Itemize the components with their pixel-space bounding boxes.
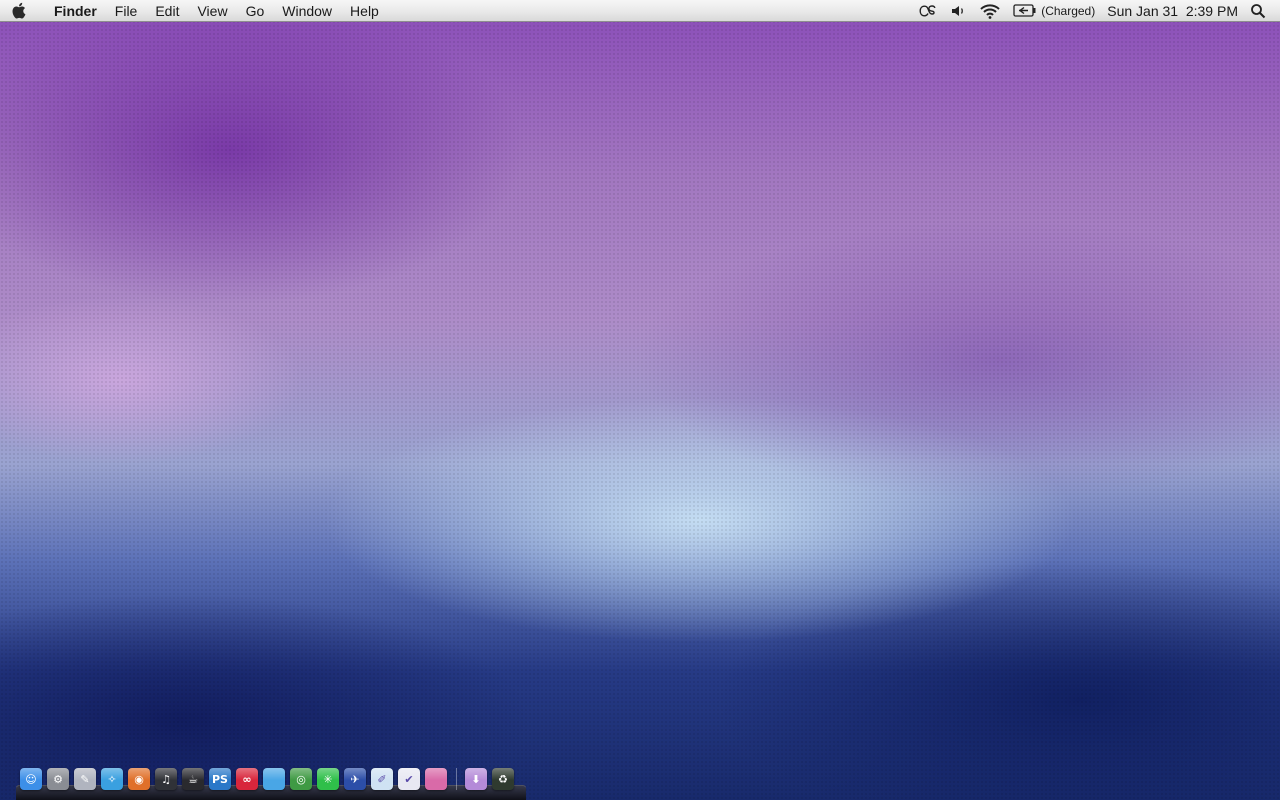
desktop: Finder File Edit View Go Window Help (Ch… <box>0 0 1280 800</box>
dock: ☺ ⚙ ✎ ✧ ◉ ♫ ☕ PS ∞ ◎ ✳ ✈ ✐ ✔ ⬇ ♻ <box>16 764 526 800</box>
battery-status-label: (Charged) <box>1041 3 1096 18</box>
finder-icon[interactable]: ☺ <box>20 768 42 790</box>
downloads-icon[interactable]: ⬇ <box>465 768 487 790</box>
menu-view[interactable]: View <box>188 0 236 22</box>
dock-separator <box>456 768 457 790</box>
battery-icon[interactable]: (Charged) <box>1007 0 1101 22</box>
itunes-icon[interactable]: ♫ <box>155 768 177 790</box>
safari-icon[interactable]: ✧ <box>101 768 123 790</box>
wifi-glyph <box>980 3 1000 19</box>
volume-icon[interactable] <box>945 0 973 22</box>
bird-icon[interactable]: ✈ <box>344 768 366 790</box>
xcode-green-icon[interactable]: ✳ <box>317 768 339 790</box>
magnifier-glyph <box>1251 3 1266 18</box>
apple-logo-icon <box>12 2 25 19</box>
apple-menu-icon[interactable] <box>0 0 36 22</box>
lastfm-glyph <box>919 4 936 17</box>
dock-icons: ☺ ⚙ ✎ ✧ ◉ ♫ ☕ PS ∞ ◎ ✳ ✈ ✐ ✔ ⬇ ♻ <box>20 766 519 790</box>
menu-window[interactable]: Window <box>273 0 341 22</box>
lastfm-icon[interactable] <box>913 0 945 22</box>
lastfm-app-icon[interactable]: ∞ <box>236 768 258 790</box>
menu-help[interactable]: Help <box>341 0 388 22</box>
menu-go[interactable]: Go <box>237 0 274 22</box>
photoshop-icon[interactable]: PS <box>209 768 231 790</box>
menu-app-finder[interactable]: Finder <box>36 0 106 22</box>
preview-icon[interactable]: ✎ <box>74 768 96 790</box>
menu-file[interactable]: File <box>106 0 147 22</box>
app-blue-icon[interactable] <box>263 768 285 790</box>
textedit-icon[interactable]: ✐ <box>371 768 393 790</box>
spotlight-icon[interactable] <box>1244 0 1272 22</box>
menu-bar: Finder File Edit View Go Window Help (Ch… <box>0 0 1280 22</box>
chrome-icon[interactable]: ◎ <box>290 768 312 790</box>
battery-glyph <box>1013 4 1036 17</box>
menu-edit[interactable]: Edit <box>146 0 188 22</box>
wifi-icon[interactable] <box>973 0 1007 22</box>
trash-icon[interactable]: ♻ <box>492 768 514 790</box>
system-preferences-icon[interactable]: ⚙ <box>47 768 69 790</box>
menu-clock[interactable]: Sun Jan 31 2:39 PM <box>1101 0 1244 22</box>
firefox-icon[interactable]: ◉ <box>128 768 150 790</box>
checkmark-icon[interactable]: ✔ <box>398 768 420 790</box>
photo-icon[interactable] <box>425 768 447 790</box>
speaker-glyph <box>952 5 964 16</box>
coffee-icon[interactable]: ☕ <box>182 768 204 790</box>
